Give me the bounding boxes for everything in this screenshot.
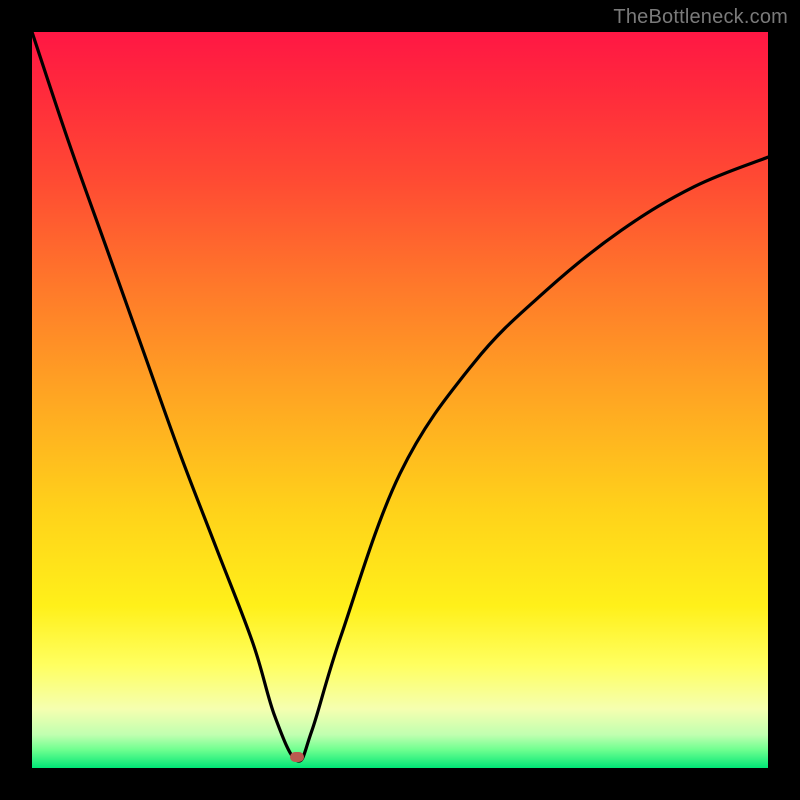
watermark-text: TheBottleneck.com (613, 6, 788, 29)
bottleneck-curve (32, 32, 768, 761)
optimal-point-marker (290, 752, 304, 762)
chart-frame: TheBottleneck.com (0, 0, 800, 800)
plot-area (32, 32, 768, 768)
curve-svg (32, 32, 768, 768)
